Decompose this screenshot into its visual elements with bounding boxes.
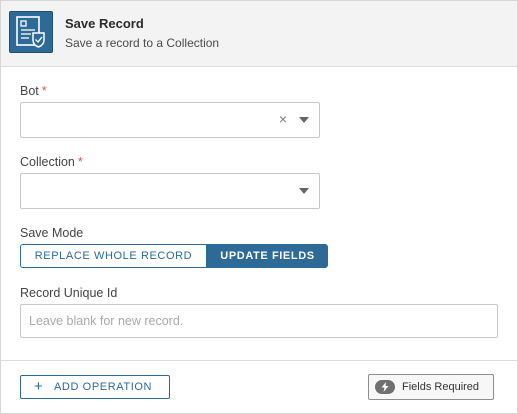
record-unique-id-label: Record Unique Id [20,286,118,300]
record-unique-id-input[interactable] [20,304,498,338]
save-mode-update-fields[interactable]: UPDATE FIELDS [207,244,328,268]
clear-icon[interactable]: × [279,111,287,127]
bot-select[interactable]: × [20,102,320,138]
required-asterisk: * [77,155,83,169]
save-mode-replace-whole-record[interactable]: REPLACE WHOLE RECORD [20,244,207,268]
add-operation-button[interactable]: + ADD OPERATION [20,375,170,399]
chevron-down-icon[interactable] [299,117,309,123]
plus-icon: + [34,378,44,395]
footer-divider [1,360,517,361]
fields-required-label: Fields Required [402,381,480,393]
bot-label: Bot * [20,84,47,98]
collection-label-text: Collection [20,155,75,169]
bot-label-text: Bot [20,84,39,98]
save-record-panel: Save Record Save a record to a Collectio… [0,0,518,414]
chevron-down-icon[interactable] [299,188,309,194]
collection-select[interactable] [20,173,320,209]
add-operation-label: ADD OPERATION [54,381,153,393]
panel-title: Save Record [65,16,144,31]
required-asterisk: * [41,84,47,98]
document-save-icon [9,11,53,53]
save-mode-label: Save Mode [20,226,84,240]
panel-subtitle: Save a record to a Collection [65,36,220,50]
fields-required-button[interactable]: Fields Required [368,374,494,400]
collection-label: Collection * [20,155,83,169]
panel-header: Save Record Save a record to a Collectio… [1,1,517,67]
lightning-icon [375,380,395,394]
